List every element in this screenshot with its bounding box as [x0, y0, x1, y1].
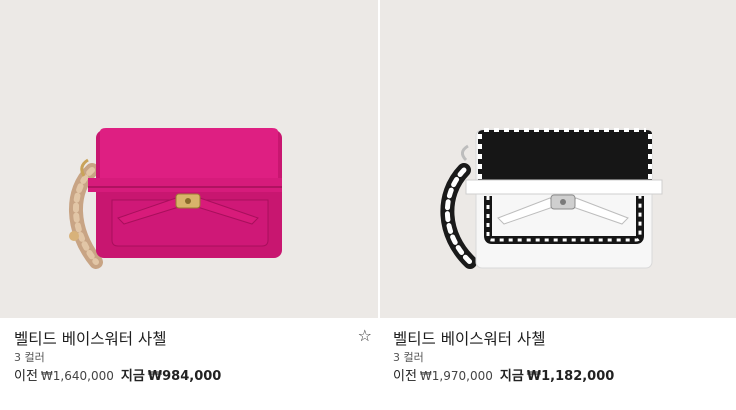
star-outline-icon[interactable]: ☆: [358, 328, 372, 344]
product-image[interactable]: [0, 0, 378, 318]
now-label: 지금: [499, 369, 524, 384]
product-price: 이전 ₩1,640,000 지금 ₩984,000: [14, 365, 221, 384]
product-name[interactable]: 벨티드 베이스워터 사첼: [393, 327, 545, 349]
was-label: 이전: [393, 369, 417, 384]
now-price: ₩1,182,000: [526, 369, 615, 384]
now-label: 지금: [120, 369, 145, 384]
was-label: 이전: [14, 369, 38, 384]
product-price: 이전 ₩1,970,000 지금 ₩1,182,000: [393, 365, 614, 384]
product-info: 벨티드 베이스워터 사첼 3 컬러 이전 ₩1,970,000 지금 ₩1,182,0…: [380, 318, 736, 410]
black-white-satchel-bag-image: [380, 0, 736, 318]
product-color-count: 3 컬러: [393, 351, 424, 364]
product-info: 벨티드 베이스워터 사첼 3 컬러 이전 ₩1,640,000 지금 ₩984,000…: [0, 318, 378, 410]
was-price: ₩1,640,000: [40, 369, 114, 383]
product-color-count: 3 컬러: [14, 351, 45, 364]
was-price: ₩1,970,000: [419, 369, 493, 383]
product-card[interactable]: 벨티드 베이스워터 사첼 3 컬러 이전 ₩1,640,000 지금 ₩984,000…: [0, 0, 378, 410]
product-card[interactable]: 벨티드 베이스워터 사첼 3 컬러 이전 ₩1,970,000 지금 ₩1,182,0…: [380, 0, 736, 410]
now-price: ₩984,000: [147, 369, 222, 384]
product-image[interactable]: [380, 0, 736, 318]
pink-satchel-bag-image: [0, 0, 378, 318]
product-name[interactable]: 벨티드 베이스워터 사첼: [14, 327, 166, 349]
